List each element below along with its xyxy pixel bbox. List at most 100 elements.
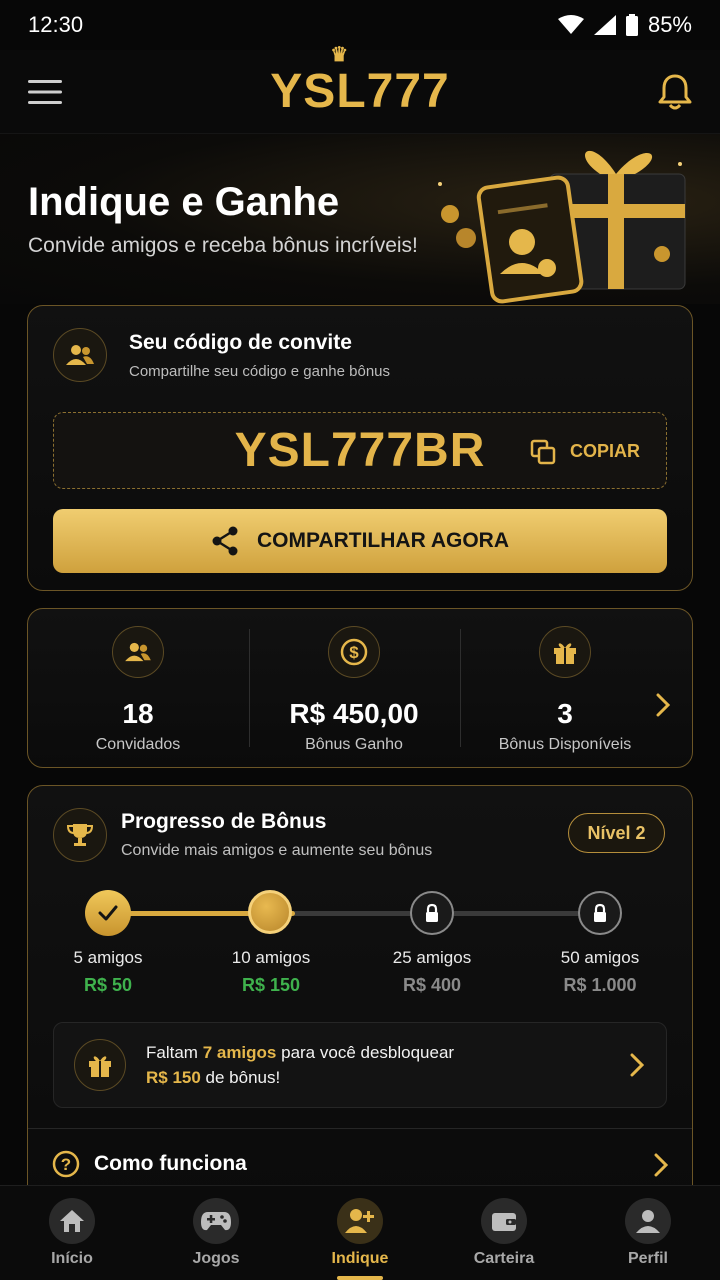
milestone-label: 25 amigos <box>392 948 472 967</box>
milestone-locked-node <box>410 891 454 935</box>
stat-label: Bônus Ganho <box>305 736 403 753</box>
bottom-navigation: Início Jogos Indique Carteira Perfil <box>0 1185 720 1280</box>
status-icons: 85% <box>557 12 692 38</box>
svg-text:$: $ <box>349 643 359 662</box>
battery-icon <box>625 14 638 36</box>
stat-bonus-available: 3 Bônus Disponíveis <box>460 609 670 769</box>
app-header: ♛ YSL777 <box>0 44 720 134</box>
share-now-button[interactable]: COMPARTILHAR AGORA <box>53 509 667 573</box>
how-it-works-label: Como funciona <box>94 1151 247 1175</box>
stat-value: 3 <box>557 698 573 729</box>
progress-subtitle: Convide mais amigos e aumente seu bônus <box>121 842 433 859</box>
hero-banner: Indique e Ganhe Convide amigos e receba … <box>0 134 720 304</box>
progress-header: Progresso de Bônus Convide mais amigos e… <box>53 808 432 862</box>
stats-card[interactable]: 18 Convidados $ R$ 450,00 Bônus Ganho 3 … <box>27 608 693 768</box>
brand-logo: ♛ YSL777 <box>270 44 450 119</box>
invite-code-card: Seu código de convite Compartilhe seu có… <box>27 305 693 591</box>
users-icon <box>53 328 107 382</box>
milestone-item: 10 amigos R$ 150 <box>201 948 341 996</box>
users-icon <box>112 626 164 678</box>
milestone-reward: R$ 400 <box>402 975 462 995</box>
milestone-label: 10 amigos <box>231 948 311 967</box>
chevron-right-icon <box>630 1053 644 1077</box>
check-icon <box>98 905 118 921</box>
nav-item-games[interactable]: Jogos <box>144 1186 288 1280</box>
milestone-reward: R$ 50 <box>83 975 133 995</box>
help-icon: ? <box>52 1150 80 1177</box>
status-bar: 12:30 85% <box>0 0 720 50</box>
dollar-icon: $ <box>328 626 380 678</box>
gift-illustration <box>438 150 686 304</box>
menu-icon[interactable] <box>28 79 62 105</box>
unlock-amount: R$ 150 <box>146 1068 201 1087</box>
milestone-current-node <box>248 890 292 934</box>
nav-label: Jogos <box>192 1250 240 1267</box>
milestone-item: 50 amigos R$ 1.000 <box>530 948 670 996</box>
progress-title: Progresso de Bônus <box>121 810 327 833</box>
wifi-icon <box>557 15 584 34</box>
stat-invited: 18 Convidados <box>28 609 248 769</box>
chevron-right-icon <box>654 1153 668 1177</box>
gift-icon <box>539 626 591 678</box>
milestone-item: 25 amigos R$ 400 <box>362 948 502 996</box>
nav-item-home[interactable]: Início <box>0 1186 144 1280</box>
wallet-icon <box>481 1198 527 1244</box>
invite-title: Seu código de convite <box>129 330 352 354</box>
unlock-friends-needed: 7 amigos <box>202 1043 277 1062</box>
stat-value: R$ 450,00 <box>289 698 419 729</box>
copy-label: COPIAR <box>569 441 640 461</box>
copy-button[interactable]: COPIAR <box>530 413 640 490</box>
unlock-text-post: de bônus! <box>200 1068 281 1087</box>
invite-subtitle: Compartilhe seu código e ganhe bônus <box>129 362 391 380</box>
nav-item-profile[interactable]: Perfil <box>576 1186 720 1280</box>
invite-code-box: YSL777BR COPIAR <box>53 412 667 489</box>
unlock-info-banner[interactable]: Faltam 7 amigos para você desbloquear R$… <box>53 1022 667 1108</box>
trophy-icon <box>53 808 107 862</box>
milestone-label: 5 amigos <box>73 948 143 967</box>
page-title: Indique e Ganhe <box>28 180 340 224</box>
milestone-done-node <box>85 890 131 936</box>
battery-percent: 85% <box>647 12 692 37</box>
share-label: COMPARTILHAR AGORA <box>257 529 509 552</box>
progress-track <box>108 911 600 916</box>
nav-label: Perfil <box>627 1250 668 1267</box>
invite-header: Seu código de convite Compartilhe seu có… <box>53 328 390 382</box>
level-badge: Nível 2 <box>568 813 665 853</box>
unlock-text-pre: Faltam <box>146 1043 203 1062</box>
lock-icon <box>426 903 438 922</box>
milestone-label: 50 amigos <box>560 948 640 967</box>
nav-item-refer[interactable]: Indique <box>288 1186 432 1280</box>
status-time: 12:30 <box>28 12 84 37</box>
gamepad-icon <box>193 1198 239 1244</box>
milestone-reward: R$ 1.000 <box>563 975 637 995</box>
share-icon <box>212 526 238 556</box>
gift-icon <box>74 1039 126 1091</box>
stat-value: 18 <box>122 698 154 729</box>
active-tab-indicator <box>337 1276 383 1280</box>
milestone-locked-node <box>578 891 622 935</box>
profile-icon <box>625 1198 671 1244</box>
milestone-item: 5 amigos R$ 50 <box>38 948 178 996</box>
stat-label: Convidados <box>95 736 181 753</box>
nav-item-wallet[interactable]: Carteira <box>432 1186 576 1280</box>
chevron-right-icon[interactable] <box>656 693 670 717</box>
unlock-text: Faltam 7 amigos para você desbloquear R$… <box>146 1040 454 1090</box>
nav-label: Início <box>51 1250 93 1267</box>
crown-icon: ♛ <box>330 44 350 66</box>
add-user-icon <box>337 1198 383 1244</box>
invite-code: YSL777BR <box>234 424 486 477</box>
page-subtitle: Convide amigos e receba bônus incríveis! <box>28 234 418 257</box>
signal-icon <box>593 15 616 35</box>
stat-label: Bônus Disponíveis <box>498 736 632 753</box>
lock-icon <box>594 903 606 922</box>
nav-label: Carteira <box>473 1250 535 1267</box>
logo-text: YSL777 <box>270 65 450 118</box>
milestone-reward: R$ 150 <box>241 975 301 995</box>
bell-icon[interactable] <box>658 73 692 111</box>
stat-bonus-earned: $ R$ 450,00 Bônus Ganho <box>249 609 459 769</box>
copy-icon <box>530 439 556 464</box>
bonus-progress-card: Progresso de Bônus Convide mais amigos e… <box>27 785 693 1205</box>
nav-label: Indique <box>331 1250 389 1267</box>
home-icon <box>49 1198 95 1244</box>
svg-text:?: ? <box>61 1155 71 1174</box>
